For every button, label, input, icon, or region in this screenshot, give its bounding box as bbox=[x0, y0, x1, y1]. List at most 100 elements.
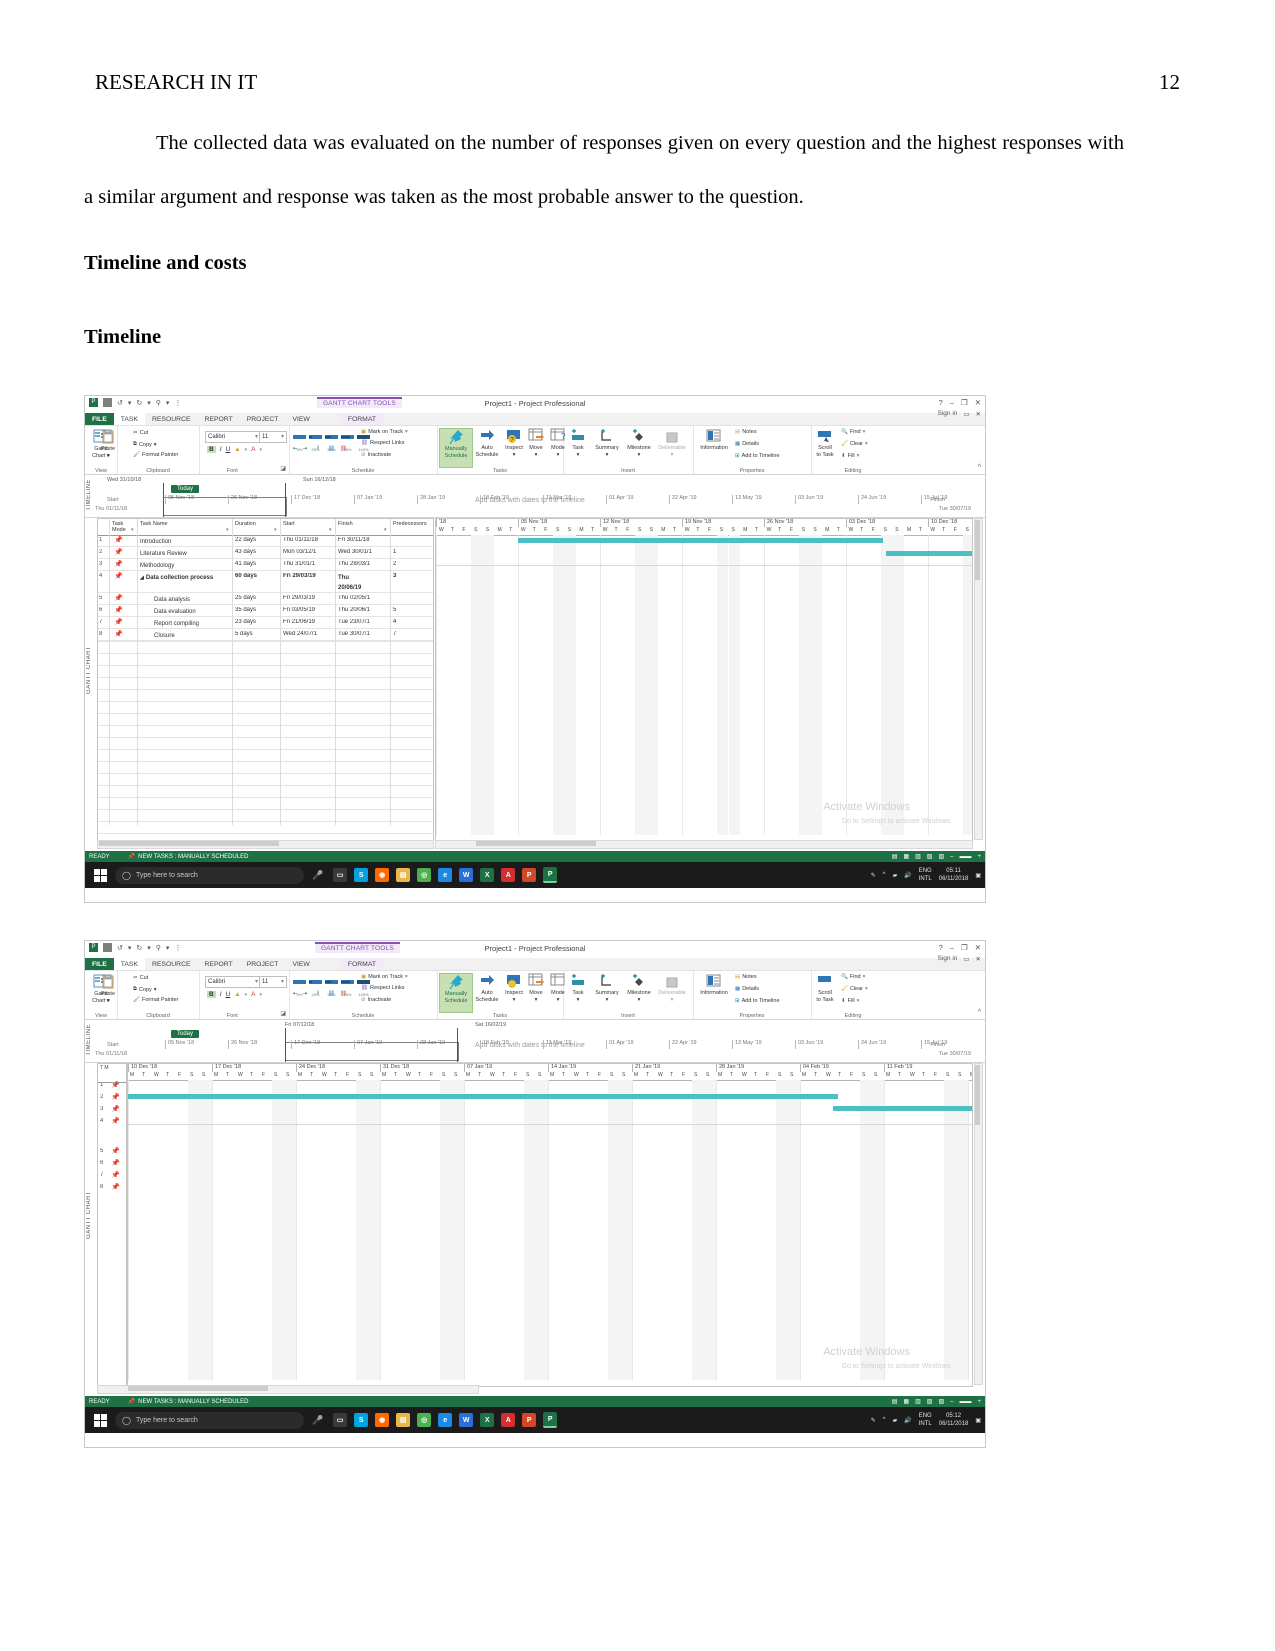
chevron-down-icon[interactable]: ▾ bbox=[154, 987, 157, 993]
word-icon[interactable]: W bbox=[459, 868, 474, 882]
ribbon-2[interactable]: Gantt Chart ▾ View Paste ▾ ✂ Cut ⧉ Copy … bbox=[85, 971, 985, 1020]
filter-chevron-icon[interactable]: ▾ bbox=[384, 527, 387, 533]
tray-pen-icon[interactable]: ✎ bbox=[871, 1417, 876, 1424]
underline-button[interactable]: U bbox=[226, 991, 231, 998]
help-icon[interactable]: ? bbox=[939, 943, 943, 952]
excel-icon[interactable]: X bbox=[480, 868, 495, 882]
task-mode-pin-icon[interactable]: 📌 bbox=[114, 572, 123, 580]
tab-report[interactable]: REPORT bbox=[198, 413, 240, 425]
chevron-down-icon[interactable]: ▾ bbox=[863, 429, 866, 435]
font-color-icon[interactable]: A bbox=[251, 991, 255, 998]
ribbon-1[interactable]: Gantt Chart ▾ View Paste ▾ ✂ Cut ⧉ Copy … bbox=[85, 426, 985, 475]
format-painter-button[interactable]: 🖌 Format Painter bbox=[133, 452, 178, 458]
italic-button[interactable]: I bbox=[220, 446, 222, 453]
cortana-icon-1[interactable]: 🎤 bbox=[312, 870, 323, 881]
finish-cell[interactable]: Thu 28/03/1 bbox=[338, 561, 388, 567]
inactivate-button[interactable]: ⊘ Inactivate bbox=[361, 997, 391, 1003]
row-id[interactable]: 6 bbox=[100, 1160, 103, 1166]
chart-hscroll-thumb-1[interactable] bbox=[476, 841, 596, 846]
highlight-color-icon[interactable]: ▲ bbox=[234, 991, 240, 998]
task-mode-pin-icon[interactable]: 📌 bbox=[114, 536, 123, 544]
indent-icon[interactable]: ⇥ bbox=[303, 446, 308, 452]
start-cell[interactable]: Fri 29/03/19 bbox=[283, 573, 335, 579]
notes-button[interactable]: ▤ Notes bbox=[735, 429, 757, 435]
move-button[interactable]: Move ▾ bbox=[525, 973, 547, 1003]
status-view-controls-2[interactable]: ▤ ▦ ▥ ▧ ▨ – ▬▬ + bbox=[892, 1398, 981, 1406]
ribbon-display-icon[interactable]: ▭ bbox=[963, 955, 969, 963]
collapse-triangle-icon[interactable]: ◢ bbox=[140, 575, 144, 581]
tab-file[interactable]: FILE bbox=[85, 958, 114, 970]
tab-format[interactable]: FORMAT bbox=[340, 413, 384, 425]
zoom-slider[interactable]: ▬▬ bbox=[959, 1399, 971, 1405]
collapse-ribbon-icon[interactable]: ^ bbox=[978, 464, 981, 471]
view-report-icon[interactable]: ▨ bbox=[938, 1398, 944, 1405]
view-taskusage-icon[interactable]: ▦ bbox=[903, 1398, 909, 1405]
chevron-down-icon[interactable]: ▾ bbox=[857, 998, 860, 1004]
font-dialog-launcher[interactable]: ◪ bbox=[280, 465, 286, 472]
start-button-1[interactable] bbox=[85, 862, 115, 888]
manually-schedule-button[interactable]: Manually Schedule bbox=[439, 428, 473, 468]
finish-cell[interactable]: Thu 20/06/1 bbox=[338, 607, 388, 613]
task-view-icon[interactable]: ▭ bbox=[333, 868, 348, 882]
zoom-in-button[interactable]: + bbox=[977, 854, 981, 860]
insert-milestone-button[interactable]: Milestone ▾ bbox=[623, 428, 655, 458]
chevron-down-icon[interactable]: ▾ bbox=[591, 452, 623, 458]
cortana-icon-2[interactable]: 🎤 bbox=[312, 1415, 323, 1426]
chevron-down-icon[interactable]: ▾ bbox=[623, 997, 655, 1003]
row-id[interactable]: 5 bbox=[100, 1148, 103, 1154]
system-tray-2[interactable]: ✎ ^ ▰ 🔊 ENG INTL 05:12 06/11/2018 ▣ bbox=[871, 1412, 981, 1428]
insert-task-button[interactable]: Task ▾ bbox=[565, 428, 591, 458]
gantt-bar-methodology[interactable] bbox=[833, 1106, 972, 1111]
ms-project-screenshot-1[interactable]: P ↺ ▾ ↻ ▾ ⚲ ▾ ⋮ Project1 - Project Profe… bbox=[84, 395, 986, 903]
filter-chevron-icon[interactable]: ▾ bbox=[274, 527, 277, 533]
paste-dropdown-icon[interactable]: ▾ bbox=[87, 998, 129, 1004]
sign-in-label[interactable]: Sign in bbox=[938, 410, 958, 418]
tab-task[interactable]: TASK bbox=[113, 958, 145, 970]
view-gantt-icon[interactable]: ▤ bbox=[892, 853, 898, 860]
table-row[interactable]: 4 📌 ◢ Data collection process 60 days Fri 29/… bbox=[98, 571, 433, 593]
chevron-down-icon[interactable]: ▾ bbox=[255, 433, 258, 441]
chevron-down-icon[interactable]: ▾ bbox=[245, 447, 248, 453]
chevron-down-icon[interactable]: ▾ bbox=[623, 452, 655, 458]
finish-cell[interactable]: Thu 20/06/19 bbox=[338, 573, 368, 593]
vertical-scrollbar-2[interactable] bbox=[974, 1063, 983, 1385]
filter-chevron-icon[interactable]: ▾ bbox=[226, 527, 229, 533]
ribbon-group-editing[interactable]: Scroll to Task 🔍 Find ▾ 🧹 Clear ▾ ⬇ Fill… bbox=[811, 971, 895, 1019]
font-family-select[interactable]: Calibri ▾ bbox=[205, 431, 261, 443]
chevron-down-icon[interactable]: ▾ bbox=[503, 452, 525, 458]
window-controls-1[interactable]: ? – ❐ ✕ bbox=[939, 398, 981, 407]
column-header-task-name[interactable]: Task Name bbox=[140, 521, 231, 527]
ribbon-group-editing[interactable]: Scroll to Task 🔍 Find ▾ 🧹 Clear ▾ ⬇ Fill… bbox=[811, 426, 895, 474]
fill-button[interactable]: ⬇ Fill ▾ bbox=[841, 998, 859, 1004]
link-tasks-icon[interactable]: ⛓ bbox=[328, 991, 335, 997]
row-id[interactable]: 7 bbox=[100, 1172, 103, 1178]
tray-pen-icon[interactable]: ✎ bbox=[871, 872, 876, 879]
paste-button[interactable]: Paste ▾ bbox=[87, 429, 129, 459]
start-cell[interactable]: Fri 03/05/19 bbox=[283, 607, 335, 613]
start-cell[interactable]: Thu 31/01/1 bbox=[283, 561, 335, 567]
task-mode-pin-icon[interactable]: 📌 bbox=[114, 618, 123, 626]
vscroll-thumb-1[interactable] bbox=[975, 520, 980, 580]
chevron-down-icon[interactable]: ▾ bbox=[865, 986, 868, 992]
tray-volume-icon[interactable]: 🔊 bbox=[904, 1417, 911, 1424]
duration-cell[interactable]: 25 days bbox=[235, 595, 279, 601]
fill-button[interactable]: ⬇ Fill ▾ bbox=[841, 453, 859, 459]
ribbon-display-icon[interactable]: ▭ bbox=[963, 410, 969, 418]
link-tasks-icon[interactable]: ⛓ bbox=[328, 446, 335, 452]
copy-button[interactable]: ⧉ Copy ▾ bbox=[133, 986, 157, 993]
chrome-icon[interactable]: ◎ bbox=[417, 1413, 432, 1427]
task-mode-pin-icon[interactable]: 📌 bbox=[111, 1105, 120, 1113]
skype-icon[interactable]: S bbox=[354, 1413, 369, 1427]
split-task-icon[interactable]: ⫲ bbox=[317, 445, 319, 452]
system-tray-1[interactable]: ✎ ^ ▰ 🔊 ENG INTL 05:11 06/11/2018 ▣ bbox=[871, 867, 981, 883]
gantt-bars-2[interactable] bbox=[128, 1080, 972, 1386]
font-family-select[interactable]: Calibri ▾ bbox=[205, 976, 261, 988]
inspect-button[interactable]: Inspect ▾ bbox=[503, 973, 525, 1003]
column-header-finish[interactable]: Finish bbox=[338, 521, 389, 527]
start-cell[interactable]: Wed 24/07/1 bbox=[283, 631, 335, 637]
close-doc-icon[interactable]: ✕ bbox=[976, 955, 981, 963]
cut-button[interactable]: ✂ Cut bbox=[133, 430, 148, 436]
chevron-down-icon[interactable]: ▾ bbox=[525, 997, 547, 1003]
mark-on-track-button[interactable]: ▣ Mark on Track ▾ bbox=[361, 429, 408, 435]
table-row[interactable]: 3 📌 Methodology 41 days Thu 31/01/1 Thu 28/03… bbox=[98, 559, 433, 571]
